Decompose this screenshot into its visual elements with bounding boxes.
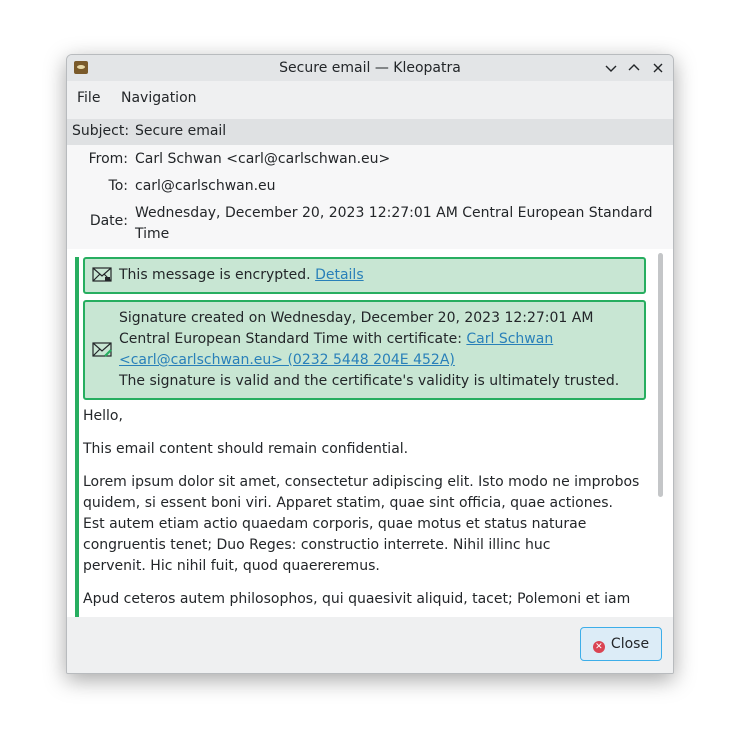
dialog-footer: ✕ Close [67, 617, 673, 673]
certificate-link-id[interactable]: <carl@carlschwan.eu> (0232 5448 204E 452… [119, 350, 644, 371]
from-value: Carl Schwan <carl@carlschwan.eu> [135, 151, 391, 167]
body-paragraph-2-line: quidem, si essent boni viri. Apparet sta… [83, 495, 613, 511]
body-paragraph-2: Lorem ipsum dolor sit amet, consectetur … [83, 472, 663, 577]
body-paragraph-2-line: Est autem etiam actio quaedam corporis, … [83, 516, 587, 532]
close-window-button[interactable] [648, 58, 668, 78]
date-value-line2: Time [135, 226, 170, 242]
title-bar[interactable]: Secure email — Kleopatra [67, 55, 673, 81]
body-paragraph-1: This email content should remain confide… [83, 441, 409, 457]
signed-envelope-icon [92, 342, 112, 357]
from-label: From: [88, 151, 128, 167]
close-icon [653, 63, 663, 73]
kleopatra-window: Secure email — Kleopatra File Navigation… [66, 54, 674, 674]
minimize-button[interactable] [601, 58, 621, 78]
message-headers: From: Carl Schwan <carl@carlschwan.eu> T… [67, 145, 673, 249]
message-viewer: This message is encrypted. Details Signa… [67, 249, 673, 617]
body-paragraph-2-line: congruentis tenet; Duo Reges: constructi… [83, 537, 551, 553]
maximize-button[interactable] [624, 58, 644, 78]
signature-banner: Signature created on Wednesday, December… [83, 300, 646, 400]
encryption-banner: This message is encrypted. Details [83, 257, 646, 294]
menu-navigation[interactable]: Navigation [121, 90, 197, 106]
body-greeting: Hello, [83, 408, 123, 424]
signature-line1: Signature created on Wednesday, December… [119, 310, 594, 326]
scrollbar-thumb[interactable] [658, 253, 663, 497]
date-value-line1: Wednesday, December 20, 2023 12:27:01 AM… [135, 205, 653, 221]
encryption-text: This message is encrypted. [119, 267, 311, 283]
chevron-down-icon [605, 65, 617, 72]
encrypted-envelope-icon [92, 267, 112, 282]
body-paragraph-2-line: pervenit. Hic nihil fuit, quod quaererem… [83, 558, 380, 574]
body-paragraph-2-line: Lorem ipsum dolor sit amet, consectetur … [83, 474, 640, 490]
to-value: carl@carlschwan.eu [135, 178, 276, 194]
vertical-scrollbar[interactable] [655, 253, 665, 615]
details-link[interactable]: Details [315, 267, 364, 283]
body-paragraph-3: Apud ceteros autem philosophos, qui quae… [83, 591, 631, 607]
subject-row: Subject: Secure email [67, 119, 673, 145]
close-circle-icon: ✕ [592, 641, 605, 653]
subject-value: Secure email [135, 123, 227, 139]
menu-file[interactable]: File [77, 90, 100, 106]
certificate-link-name[interactable]: Carl Schwan [466, 331, 553, 347]
window-title: Secure email — Kleopatra [279, 60, 461, 76]
date-label: Date: [89, 213, 128, 229]
close-button[interactable]: ✕ Close [580, 627, 662, 661]
chevron-up-icon [628, 64, 640, 71]
menu-bar: File Navigation [67, 81, 673, 113]
subject-label: Subject: [72, 123, 130, 139]
signature-validity-text: The signature is valid and the certifica… [119, 373, 620, 389]
to-label: To: [108, 178, 128, 194]
signature-status-bar [75, 257, 79, 617]
close-button-label: Close [610, 636, 650, 652]
signature-line2: Central European Standard Time with cert… [119, 331, 462, 347]
